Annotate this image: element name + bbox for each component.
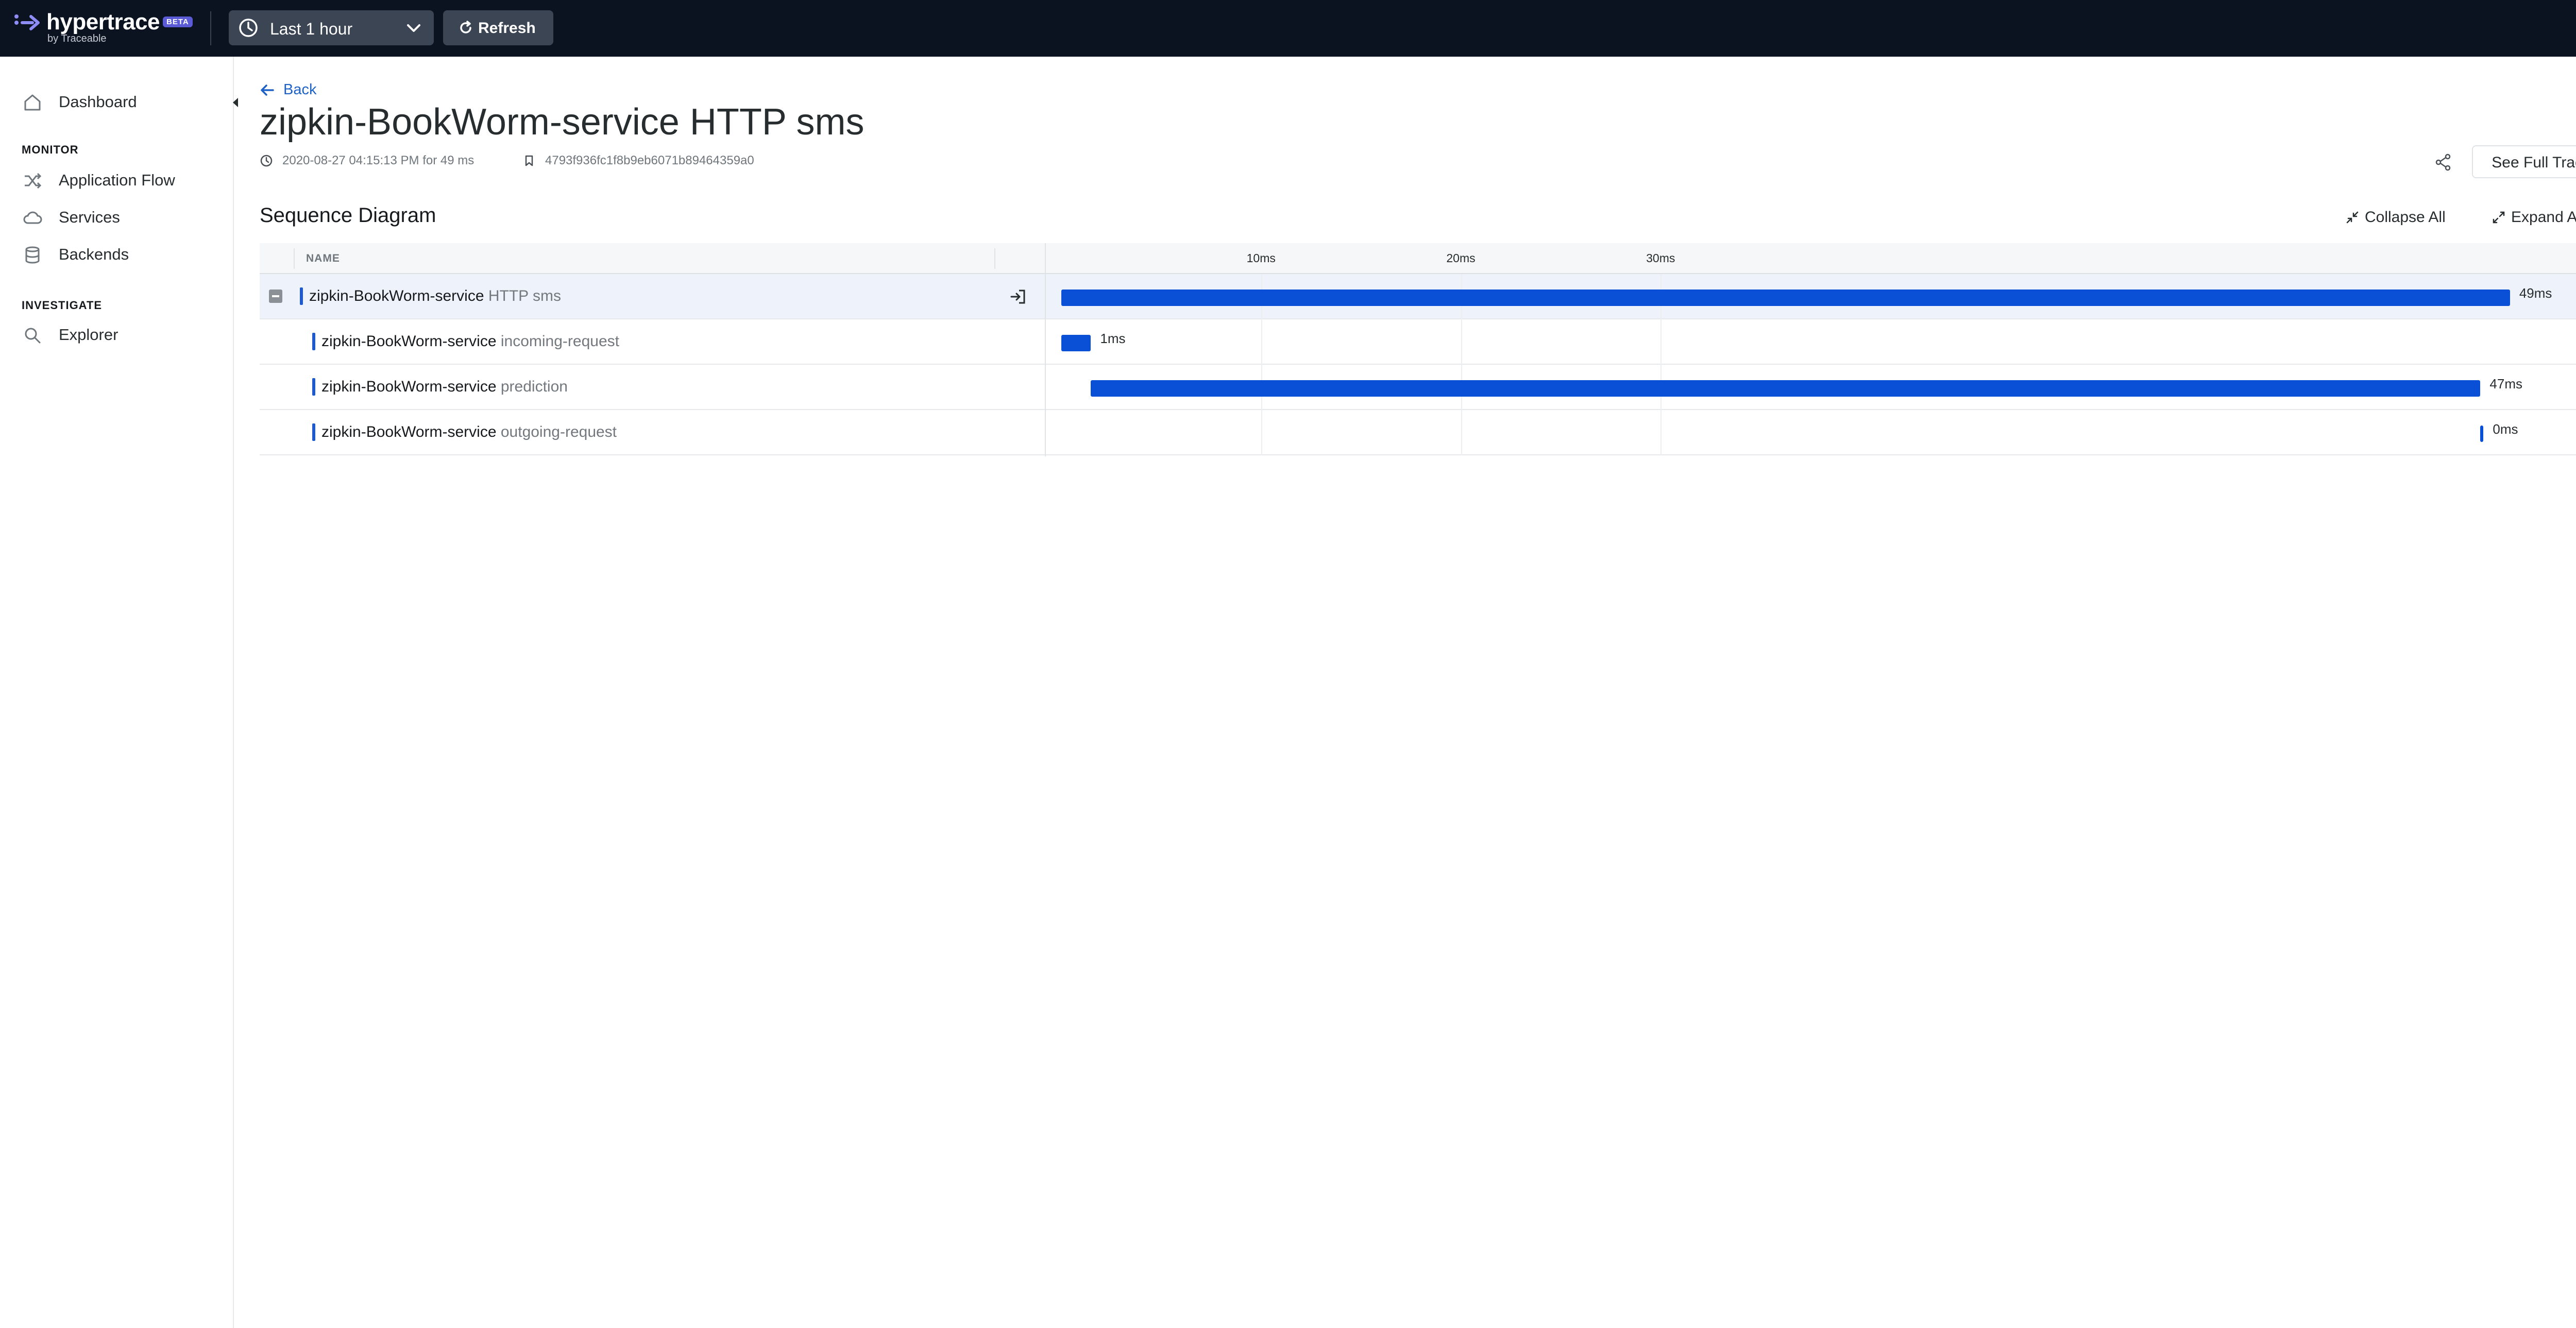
span-service: zipkin-BookWorm-service	[309, 287, 488, 304]
sidebar-item-label: Application Flow	[59, 171, 175, 189]
section-monitor: MONITOR	[22, 143, 79, 156]
span-row[interactable]: zipkin-BookWorm-service prediction 47ms	[260, 365, 2576, 410]
section-investigate: INVESTIGATE	[22, 299, 103, 312]
service-color-marker	[312, 423, 315, 441]
see-full-trace-label: See Full Trace	[2492, 154, 2576, 171]
span-operation: outgoing-request	[500, 423, 617, 440]
span-name: zipkin-BookWorm-service outgoing-request	[321, 423, 617, 441]
timeline-gridline	[1660, 410, 1662, 455]
home-icon	[24, 94, 41, 111]
service-color-marker	[312, 378, 315, 396]
sequence-diagram-title: Sequence Diagram	[260, 204, 436, 227]
cloud-icon	[23, 211, 42, 224]
timeline-gridline	[1261, 319, 1262, 365]
sidebar-item-backends[interactable]: Backends	[23, 242, 218, 268]
timeline-tick-label: 10ms	[1246, 251, 1276, 265]
span-name: zipkin-BookWorm-service prediction	[321, 378, 568, 396]
header-separator	[294, 248, 295, 269]
sequence-table: NAME 10ms 20ms 30ms zipkin-BookWorm-servic…	[260, 243, 2576, 456]
refresh-button[interactable]: Refresh	[443, 10, 553, 45]
sidebar: Dashboard MONITOR Application Flow Servi…	[0, 57, 234, 1328]
span-name: zipkin-BookWorm-service HTTP sms	[309, 287, 561, 305]
span-duration-label: 0ms	[2493, 421, 2518, 437]
span-duration-bar[interactable]	[2480, 425, 2484, 442]
span-name: zipkin-BookWorm-service incoming-request	[321, 333, 619, 350]
see-full-trace-button[interactable]: See Full Trace	[2472, 145, 2576, 178]
sidebar-item-application-flow[interactable]: Application Flow	[23, 168, 218, 194]
open-span-icon[interactable]	[1009, 287, 1027, 306]
table-header: NAME 10ms 20ms 30ms	[260, 243, 2576, 274]
page-title: zipkin-BookWorm-service HTTP sms	[260, 101, 865, 143]
logo-icon	[14, 14, 40, 30]
back-label: Back	[283, 81, 317, 98]
service-color-marker	[300, 287, 303, 305]
sidebar-item-label: Explorer	[59, 326, 118, 344]
header-separator	[994, 248, 995, 269]
sidebar-item-label: Services	[59, 208, 120, 226]
refresh-label: Refresh	[478, 20, 536, 37]
timeline-gridline	[1660, 319, 1662, 365]
span-row[interactable]: zipkin-BookWorm-service outgoing-request…	[260, 410, 2576, 455]
timeline-gridline	[1461, 319, 1462, 365]
time-range-select[interactable]: Last 1 hour	[229, 10, 434, 45]
logo-subtitle: by Traceable	[47, 33, 107, 44]
expand-icon	[2493, 211, 2505, 224]
span-duration-bar[interactable]	[1061, 335, 1091, 351]
search-icon	[25, 328, 41, 344]
timeline-tick-label: 30ms	[1646, 251, 1675, 265]
logo-text: hypertrace	[46, 9, 160, 35]
sidebar-item-explorer[interactable]: Explorer	[23, 322, 218, 348]
span-duration-label: 47ms	[2489, 376, 2522, 391]
expand-all-label: Expand All	[2511, 209, 2576, 226]
share-icon[interactable]	[2432, 150, 2455, 174]
bookmark-icon	[525, 155, 533, 166]
collapse-all-label: Collapse All	[2365, 209, 2446, 226]
database-icon	[25, 246, 40, 264]
span-duration-label: 1ms	[1100, 331, 1126, 346]
span-duration-bar[interactable]	[1061, 290, 2510, 306]
span-service: zipkin-BookWorm-service	[321, 423, 501, 440]
span-operation: incoming-request	[500, 333, 619, 350]
clock-icon	[239, 19, 258, 37]
sidebar-item-label: Backends	[59, 245, 129, 263]
span-duration-bar[interactable]	[1091, 380, 2481, 397]
arrow-left-icon	[261, 84, 274, 96]
time-range-label: Last 1 hour	[270, 20, 353, 38]
refresh-icon	[460, 21, 471, 33]
timestamp-text: 2020-08-27 04:15:13 PM for 49 ms	[282, 154, 474, 167]
span-duration-label: 49ms	[2519, 285, 2552, 301]
column-divider	[1045, 243, 1046, 456]
span-row[interactable]: zipkin-BookWorm-service HTTP sms 49ms	[260, 274, 2576, 319]
span-service: zipkin-BookWorm-service	[321, 333, 501, 350]
sidebar-collapse-icon[interactable]	[230, 95, 242, 110]
span-operation: prediction	[500, 378, 568, 395]
clock-icon	[260, 155, 273, 167]
timeline-gridline	[1461, 410, 1462, 455]
span-operation: HTTP sms	[488, 287, 561, 304]
collapse-icon	[2346, 211, 2359, 224]
service-color-marker	[312, 333, 315, 350]
sidebar-item-label: Dashboard	[59, 93, 137, 111]
beta-badge: BETA	[163, 16, 193, 27]
sidebar-item-dashboard[interactable]: Dashboard	[23, 90, 218, 115]
timeline-tick-label: 20ms	[1446, 251, 1476, 265]
name-column-header: NAME	[306, 252, 340, 264]
sidebar-item-services[interactable]: Services	[23, 205, 218, 231]
span-row[interactable]: zipkin-BookWorm-service incoming-request…	[260, 319, 2576, 365]
shuffle-icon	[25, 173, 42, 189]
collapse-row-icon[interactable]	[269, 290, 282, 303]
span-service: zipkin-BookWorm-service	[321, 378, 501, 395]
top-bar: hypertrace BETA by Traceable Last 1 hour…	[0, 0, 2576, 57]
chevron-down-icon	[407, 24, 420, 32]
timeline-gridline	[1261, 410, 1262, 455]
topbar-divider	[210, 11, 211, 45]
trace-id-text: 4793f936fc1f8b9eb6071b89464359a0	[545, 154, 754, 167]
